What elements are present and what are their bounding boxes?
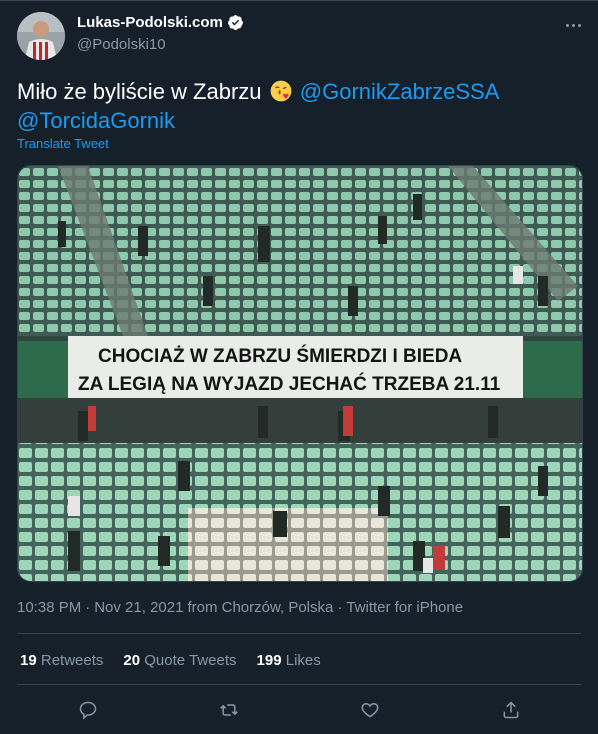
tweet-stats: 19 Retweets 20 Quote Tweets 199 Likes (20, 652, 341, 669)
reply-icon[interactable] (76, 698, 100, 722)
tweet-text: Miło że byliście w Zabrzu @GornikZabrzeS… (17, 77, 577, 135)
quotes-count: 20 (123, 652, 141, 669)
meta-separator-2: · (337, 599, 343, 616)
like-icon[interactable] (358, 698, 382, 722)
banner-text-line-2: ZA LEGIĄ NA WYJAZD JECHAĆ TRZEBA 21.11 (78, 373, 501, 395)
tweet-date[interactable]: Nov 21, 2021 (94, 599, 183, 616)
translate-tweet-link[interactable]: Translate Tweet (17, 136, 109, 151)
tweet-text-body: Miło że byliście w Zabrzu (17, 79, 262, 104)
tweet-location: from Chorzów, Polska (187, 599, 334, 616)
banner-text-line-1: CHOCIAŻ W ZABRZU ŚMIERDZI I BIEDA (98, 345, 462, 367)
quotes-label: Quote Tweets (144, 652, 237, 669)
divider-bottom (17, 684, 581, 685)
quote-tweets-stat[interactable]: 20 Quote Tweets (123, 652, 236, 669)
avatar[interactable] (17, 12, 65, 60)
divider-top (17, 633, 581, 634)
mention-gornik-zabrze[interactable]: @GornikZabrzeSSA (300, 79, 500, 104)
share-icon[interactable] (499, 698, 523, 722)
retweets-count: 19 (20, 652, 37, 669)
tweet-actions (17, 698, 581, 724)
author-display-name[interactable]: Lukas-Podolski.com (77, 14, 223, 31)
stadium-photo: CHOCIAŻ W ZABRZU ŚMIERDZI I BIEDA ZA LEG… (18, 166, 582, 581)
retweets-stat[interactable]: 19 Retweets (20, 652, 103, 669)
retweet-icon[interactable] (217, 698, 241, 722)
top-border (0, 0, 598, 1)
tweet-source[interactable]: Twitter for iPhone (346, 599, 463, 616)
verified-badge-icon (227, 15, 243, 30)
author-handle[interactable]: @Podolski10 (77, 36, 166, 53)
author-name-row[interactable]: Lukas-Podolski.com (77, 14, 244, 31)
mention-torcida-gornik[interactable]: @TorcidaGornik (17, 108, 175, 133)
face-blowing-kiss-icon (270, 80, 292, 102)
tweet-media-photo[interactable]: CHOCIAŻ W ZABRZU ŚMIERDZI I BIEDA ZA LEG… (17, 165, 583, 582)
tweet-meta: 10:38 PM · Nov 21, 2021 from Chorzów, Po… (17, 599, 463, 616)
tweet-time[interactable]: 10:38 PM (17, 599, 81, 616)
retweets-label: Retweets (40, 652, 104, 669)
likes-stat[interactable]: 199 Likes (257, 652, 321, 669)
likes-count: 199 (256, 652, 282, 669)
more-icon[interactable] (562, 16, 584, 34)
meta-separator: · (85, 599, 91, 616)
likes-label: Likes (285, 652, 321, 669)
